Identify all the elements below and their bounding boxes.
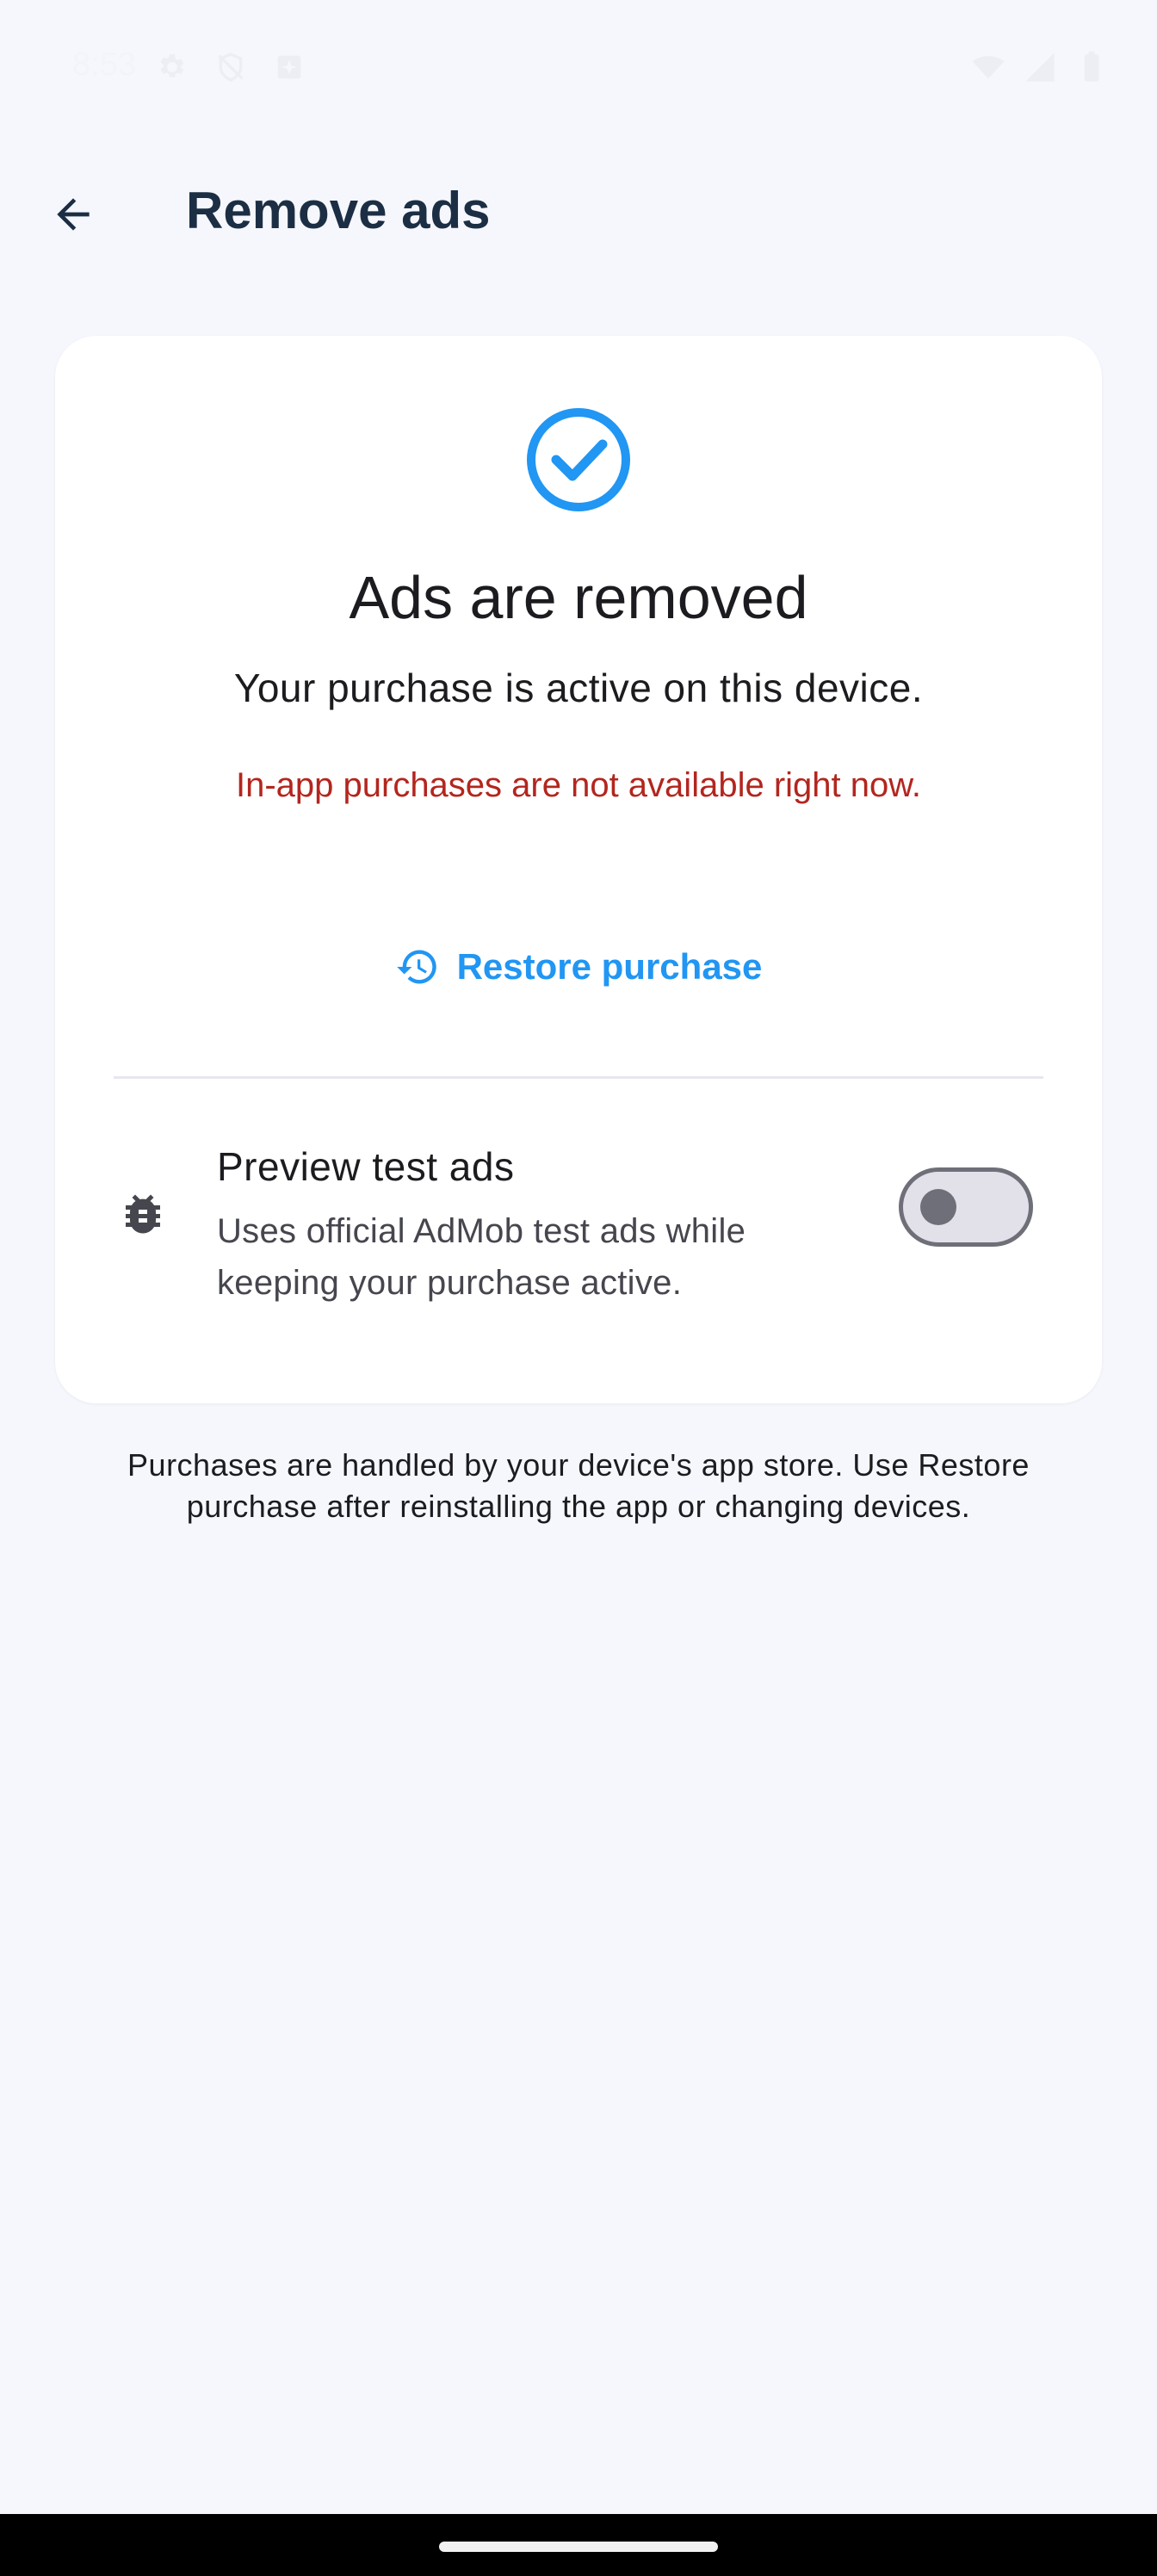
divider [114,1076,1043,1079]
preview-test-ads-row[interactable]: Preview test ads Uses official AdMob tes… [55,1128,1102,1352]
status-icons-right [971,50,1109,84]
test-ads-title: Preview test ads [217,1144,515,1189]
footer-note: Purchases are handled by your device's a… [127,1447,1030,1524]
home-indicator[interactable] [439,2542,718,2552]
cell-signal-icon [1025,53,1055,82]
bug-icon [126,1194,160,1234]
purchase-status-card: Ads are removed Your purchase is active … [55,336,1102,1403]
status-time: 8:53 [72,46,136,83]
history-icon [396,950,436,984]
toggle-knob [920,1189,956,1225]
error-message: In-app purchases are not available right… [235,766,922,804]
back-button[interactable] [34,176,112,253]
restore-purchase-label: Restore purchase [456,946,763,987]
wifi-icon [972,56,1005,79]
status-title: Ads are removed [349,564,808,631]
test-ads-description: Uses official AdMob test ads while keepi… [217,1212,746,1302]
shield-off-icon [218,53,244,82]
settings-icon [160,54,184,77]
status-subtitle: Your purchase is active on this device. [233,666,924,710]
test-ads-toggle[interactable] [899,1167,1033,1247]
battery-icon [1084,51,1099,82]
check-circle-icon [527,408,630,511]
restore-purchase-button[interactable]: Restore purchase [391,930,766,1004]
page-title: Remove ads [186,182,491,239]
arrow-back-icon [57,198,90,231]
app-bar: Remove ads [0,164,1157,258]
app-notification-icon [277,55,301,79]
status-bar: 8:53 [0,0,1157,138]
status-icons-left [155,50,306,84]
